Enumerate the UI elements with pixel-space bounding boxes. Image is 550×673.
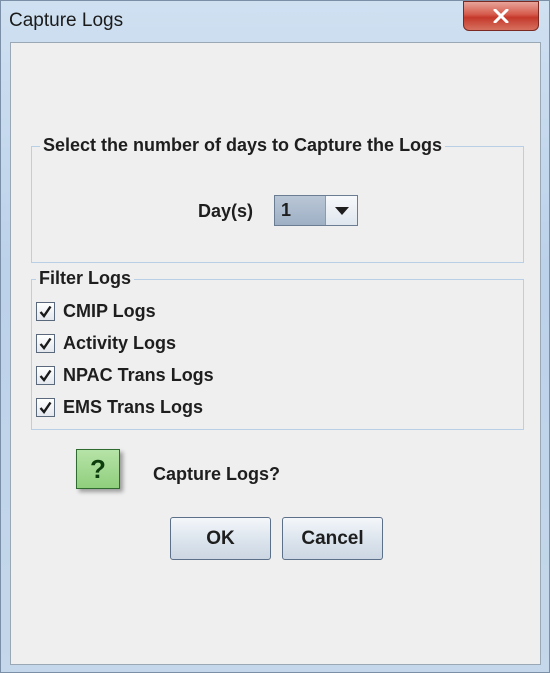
filter-option-cmip[interactable]: CMIP Logs — [36, 299, 156, 323]
activity-label: Activity Logs — [63, 332, 177, 353]
days-select-dropdown-button[interactable] — [325, 196, 357, 225]
filter-option-activity[interactable]: Activity Logs — [36, 331, 176, 355]
days-group: Select the number of days to Capture the… — [31, 135, 524, 263]
days-select[interactable]: 1 — [274, 195, 358, 226]
filter-logs-legend: Filter Logs — [36, 268, 135, 289]
ems-trans-label: EMS Trans Logs — [63, 396, 204, 417]
days-select-value[interactable]: 1 — [275, 196, 325, 225]
cancel-button[interactable]: Cancel — [282, 517, 383, 560]
dialog-window: Capture Logs Select the number of days t… — [0, 0, 550, 673]
filter-logs-group: Filter Logs CMIP Logs Activity Logs NPAC… — [31, 268, 524, 430]
checkmark-icon — [39, 305, 52, 318]
npac-trans-label: NPAC Trans Logs — [63, 364, 214, 385]
checkmark-icon — [39, 401, 52, 414]
cmip-checkbox[interactable] — [36, 301, 55, 321]
dialog-content: Select the number of days to Capture the… — [10, 42, 541, 665]
close-icon — [493, 9, 509, 23]
checkmark-icon — [39, 369, 52, 382]
cmip-label: CMIP Logs — [63, 300, 156, 321]
filter-option-npac-trans[interactable]: NPAC Trans Logs — [36, 363, 214, 387]
chevron-down-icon — [334, 206, 349, 215]
close-button[interactable] — [463, 1, 539, 31]
ok-button[interactable]: OK — [170, 517, 271, 560]
activity-checkbox[interactable] — [36, 333, 55, 353]
question-icon: ? — [76, 449, 120, 489]
confirm-message: Capture Logs? — [153, 464, 281, 484]
ems-trans-checkbox[interactable] — [36, 397, 55, 417]
filter-option-ems-trans[interactable]: EMS Trans Logs — [36, 395, 203, 419]
days-group-legend: Select the number of days to Capture the… — [40, 135, 446, 156]
npac-trans-checkbox[interactable] — [36, 365, 55, 385]
days-label: Day(s) — [198, 201, 254, 221]
window-title: Capture Logs — [9, 10, 124, 31]
checkmark-icon — [39, 337, 52, 350]
title-bar[interactable]: Capture Logs — [1, 1, 549, 41]
